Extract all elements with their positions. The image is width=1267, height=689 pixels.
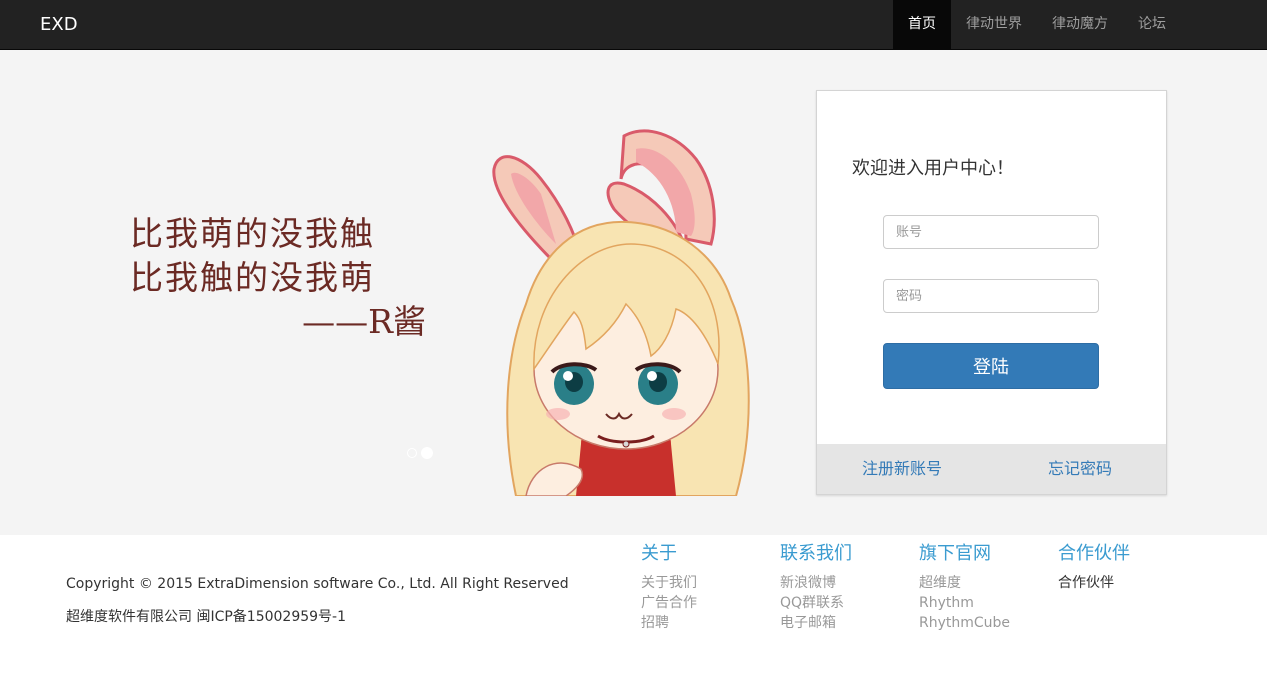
brand-logo[interactable]: EXD [40, 0, 78, 50]
icp-license-text: 超维度软件有限公司 闽ICP备15002959号-1 [66, 609, 347, 625]
login-panel-footer: 注册新账号 忘记密码 [817, 444, 1166, 494]
slogan-signature: ——R酱 [302, 302, 426, 341]
footer-link-weibo[interactable]: 新浪微博 [780, 573, 852, 593]
hero-slogan: 比我萌的没我触 比我触的没我萌 ——R酱 [130, 212, 430, 344]
footer-column-contact: 联系我们 新浪微博 QQ群联系 电子邮箱 [780, 543, 852, 633]
mascot-illustration [492, 129, 750, 496]
footer-column-title: 合作伙伴 [1058, 543, 1130, 564]
carousel-dot-1[interactable] [407, 448, 417, 458]
footer-column-partners: 合作伙伴 合作伙伴 [1058, 543, 1130, 593]
nav-item-home[interactable]: 首页 [893, 0, 951, 50]
slogan-line-2: 比我触的没我萌 [130, 258, 375, 297]
footer-column-title: 联系我们 [780, 543, 852, 564]
footer-link-about-us[interactable]: 关于我们 [641, 573, 697, 593]
footer-column-title: 旗下官网 [919, 543, 991, 564]
forgot-password-link[interactable]: 忘记密码 [1048, 444, 1112, 494]
footer-link-rhythmcube[interactable]: RhythmCube [919, 613, 1010, 633]
footer-column-title: 关于 [641, 543, 677, 564]
carousel-indicators [407, 447, 433, 459]
password-input[interactable] [883, 279, 1099, 313]
footer-link-partners[interactable]: 合作伙伴 [1058, 573, 1130, 593]
footer-link-advertising[interactable]: 广告合作 [641, 593, 697, 613]
top-navbar: EXD 首页 律动世界 律动魔方 论坛 [0, 0, 1267, 50]
nav-item-rhythm-world[interactable]: 律动世界 [951, 0, 1037, 50]
login-title: 欢迎进入用户中心！ [852, 158, 1014, 179]
footer-link-email[interactable]: 电子邮箱 [780, 613, 852, 633]
footer-link-qq-group[interactable]: QQ群联系 [780, 593, 852, 613]
nav-item-rhythm-cube[interactable]: 律动魔方 [1037, 0, 1123, 50]
footer-link-extradimension[interactable]: 超维度 [919, 573, 1010, 593]
account-input[interactable] [883, 215, 1099, 249]
footer-link-rhythm[interactable]: Rhythm [919, 593, 1010, 613]
login-panel: 欢迎进入用户中心！ 登陆 注册新账号 忘记密码 [816, 90, 1167, 495]
register-link[interactable]: 注册新账号 [862, 444, 942, 494]
hero-banner: 比我萌的没我触 比我触的没我萌 ——R酱 欢迎进入用户中心！ 账号 登陆 注册新… [0, 50, 1267, 535]
slogan-line-1: 比我萌的没我触 [130, 214, 375, 253]
page-footer: Copyright © 2015 ExtraDimension software… [0, 535, 1267, 689]
footer-column-sites: 旗下官网 超维度 Rhythm RhythmCube [919, 543, 1010, 633]
nav-item-forum[interactable]: 论坛 [1123, 0, 1181, 50]
login-button[interactable]: 登陆 [883, 343, 1099, 389]
copyright-text: Copyright © 2015 ExtraDimension software… [66, 576, 569, 592]
carousel-dot-2[interactable] [421, 447, 433, 459]
main-nav: 首页 律动世界 律动魔方 论坛 [893, 0, 1181, 50]
footer-column-about: 关于 关于我们 广告合作 招聘 [641, 543, 697, 633]
footer-link-jobs[interactable]: 招聘 [641, 613, 697, 633]
